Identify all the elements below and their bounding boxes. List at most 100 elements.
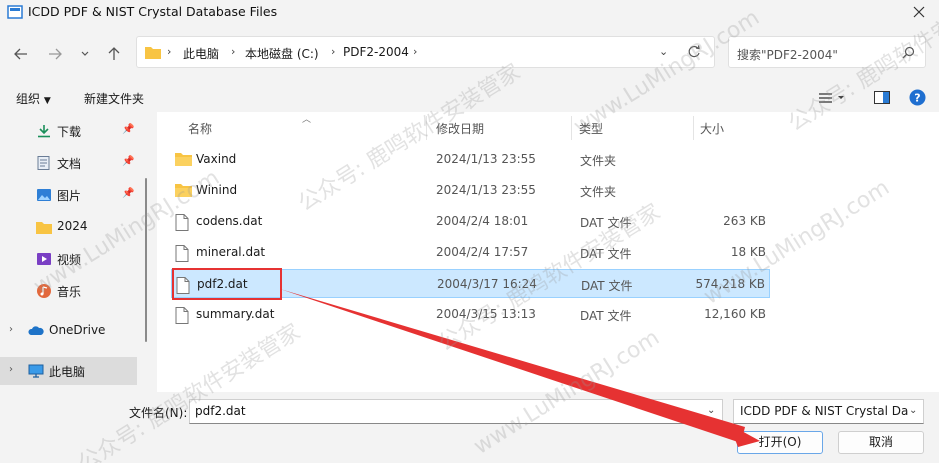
arrow-left-icon bbox=[14, 48, 27, 60]
file-date: 2004/2/4 17:57 bbox=[436, 245, 529, 259]
table-row[interactable]: Vaxind 2024/1/13 23:55 文件夹 bbox=[171, 145, 770, 174]
sidebar-item-label: OneDrive bbox=[49, 323, 106, 337]
organize-label: 组织 bbox=[16, 92, 41, 106]
search-input[interactable]: 搜索"PDF2-2004" bbox=[728, 36, 926, 68]
download-icon bbox=[38, 125, 50, 138]
organize-button[interactable]: 组织 ▼ bbox=[16, 90, 51, 107]
file-icon bbox=[175, 245, 189, 262]
file-icon bbox=[175, 307, 189, 324]
file-name: summary.dat bbox=[196, 307, 275, 321]
document-icon bbox=[37, 156, 50, 170]
expand-arrow-icon[interactable]: › bbox=[9, 364, 13, 375]
pin-icon[interactable]: 📌 bbox=[122, 188, 134, 199]
view-options-icon[interactable] bbox=[819, 92, 845, 104]
pin-icon[interactable]: 📌 bbox=[122, 156, 134, 167]
window-title: ICDD PDF & NIST Crystal Database Files bbox=[28, 4, 278, 19]
file-type: 文件夹 bbox=[580, 185, 617, 199]
sidebar-item-label: 视频 bbox=[57, 253, 82, 267]
sidebar-item-2024[interactable]: 2024 bbox=[0, 213, 137, 241]
preview-pane-icon[interactable] bbox=[874, 91, 890, 104]
file-date: 2024/1/13 23:55 bbox=[436, 183, 536, 197]
cancel-button[interactable]: 取消 bbox=[838, 431, 924, 454]
up-button[interactable] bbox=[104, 44, 124, 64]
table-row[interactable]: summary.dat 2004/3/15 13:13 DAT 文件 12,16… bbox=[171, 300, 770, 329]
folder-icon bbox=[175, 184, 192, 197]
column-divider[interactable] bbox=[571, 116, 572, 140]
sidebar-scrollbar[interactable] bbox=[145, 178, 147, 342]
pin-icon[interactable]: 📌 bbox=[122, 124, 134, 135]
sidebar-item-label: 此电脑 bbox=[49, 365, 86, 379]
chevron-down-icon bbox=[81, 51, 89, 56]
file-icon bbox=[176, 277, 190, 294]
back-button[interactable] bbox=[11, 44, 31, 64]
chevron-down-icon[interactable]: ⌄ bbox=[909, 405, 918, 416]
video-icon bbox=[37, 253, 51, 265]
file-type: DAT 文件 bbox=[580, 309, 632, 323]
help-icon[interactable]: ? bbox=[909, 89, 926, 106]
file-size: 263 KB bbox=[723, 214, 766, 228]
sidebar-item-label: 2024 bbox=[57, 219, 88, 233]
file-date: 2024/1/13 23:55 bbox=[436, 152, 536, 166]
file-type: 文件夹 bbox=[580, 154, 617, 168]
sidebar-item-music[interactable]: 音乐 bbox=[0, 277, 137, 305]
column-header-type[interactable]: 类型 bbox=[579, 120, 603, 137]
file-name: mineral.dat bbox=[196, 245, 266, 259]
file-type: DAT 文件 bbox=[580, 216, 632, 230]
filename-input[interactable]: pdf2.dat bbox=[189, 399, 723, 424]
breadcrumb-pdf2-2004[interactable]: PDF2-2004 bbox=[343, 45, 409, 59]
column-header-date[interactable]: 修改日期 bbox=[436, 120, 484, 137]
close-button[interactable] bbox=[899, 0, 939, 24]
music-icon bbox=[37, 284, 51, 298]
column-divider[interactable] bbox=[693, 116, 694, 140]
computer-icon bbox=[28, 364, 44, 378]
sidebar-item-pictures[interactable]: 图片 📌 bbox=[0, 181, 137, 209]
sidebar-item-label: 音乐 bbox=[57, 285, 82, 299]
app-icon bbox=[7, 5, 23, 19]
table-row-selected[interactable]: pdf2.dat 2004/3/17 16:24 DAT 文件 574,218 … bbox=[171, 269, 770, 298]
table-row[interactable]: mineral.dat 2004/2/4 17:57 DAT 文件 18 KB bbox=[171, 238, 770, 267]
sidebar-item-label: 文档 bbox=[57, 157, 82, 171]
new-folder-button[interactable]: 新建文件夹 bbox=[84, 90, 144, 107]
sidebar-item-downloads[interactable]: 下载 📌 bbox=[0, 117, 137, 145]
sidebar-item-documents[interactable]: 文档 📌 bbox=[0, 149, 137, 177]
chevron-right-icon: › bbox=[167, 45, 172, 58]
cloud-icon bbox=[28, 326, 44, 335]
file-type: DAT 文件 bbox=[580, 247, 632, 261]
arrow-right-icon bbox=[49, 48, 62, 60]
expand-arrow-icon[interactable]: › bbox=[9, 324, 13, 335]
file-date: 2004/2/4 18:01 bbox=[436, 214, 529, 228]
open-button[interactable]: 打开(O) bbox=[737, 431, 823, 454]
sidebar-item-this-pc[interactable]: › 此电脑 bbox=[0, 357, 137, 385]
folder-icon bbox=[175, 153, 192, 166]
sort-ascending-icon: ︿ bbox=[302, 115, 312, 125]
recent-locations-button[interactable] bbox=[75, 44, 95, 64]
column-header-size[interactable]: 大小 bbox=[700, 120, 724, 137]
table-row[interactable]: codens.dat 2004/2/4 18:01 DAT 文件 263 KB bbox=[171, 207, 770, 236]
refresh-icon[interactable] bbox=[687, 45, 701, 59]
navigation-pane: 下载 📌 文档 📌 图片 📌 2024 视频 音乐 › OneDrive › 此… bbox=[0, 114, 137, 390]
search-icon bbox=[902, 46, 915, 59]
forward-button[interactable] bbox=[45, 44, 65, 64]
title-bar: ICDD PDF & NIST Crystal Database Files bbox=[0, 0, 939, 24]
file-size: 12,160 KB bbox=[704, 307, 766, 321]
file-list: ︿ 名称 修改日期 类型 大小 Vaxind 2024/1/13 23:55 文… bbox=[157, 112, 939, 392]
breadcrumb-drive-c[interactable]: 本地磁盘 (C:) bbox=[245, 45, 319, 62]
chevron-right-icon: › bbox=[413, 45, 418, 58]
picture-icon bbox=[37, 189, 51, 201]
chevron-down-icon[interactable]: ⌄ bbox=[707, 405, 715, 416]
sidebar-item-videos[interactable]: 视频 bbox=[0, 245, 137, 273]
filetype-select[interactable]: ICDD PDF & NIST Crystal Da bbox=[733, 399, 924, 424]
table-row[interactable]: Winind 2024/1/13 23:55 文件夹 bbox=[171, 176, 770, 205]
column-divider[interactable] bbox=[426, 116, 427, 140]
breadcrumb-this-pc[interactable]: 此电脑 bbox=[183, 45, 219, 62]
filename-label: 文件名(N): bbox=[129, 406, 188, 420]
search-placeholder: 搜索"PDF2-2004" bbox=[737, 48, 838, 62]
sidebar-item-label: 图片 bbox=[57, 189, 82, 203]
column-header-name[interactable]: 名称 bbox=[188, 120, 212, 137]
address-dropdown-button[interactable]: ⌄ bbox=[659, 45, 668, 58]
caret-down-icon: ▼ bbox=[43, 96, 51, 106]
folder-icon bbox=[145, 47, 161, 59]
chevron-right-icon: › bbox=[331, 45, 336, 58]
address-bar[interactable]: › 此电脑 › 本地磁盘 (C:) › PDF2-2004 › ⌄ bbox=[136, 36, 715, 68]
sidebar-item-onedrive[interactable]: › OneDrive bbox=[0, 317, 137, 345]
